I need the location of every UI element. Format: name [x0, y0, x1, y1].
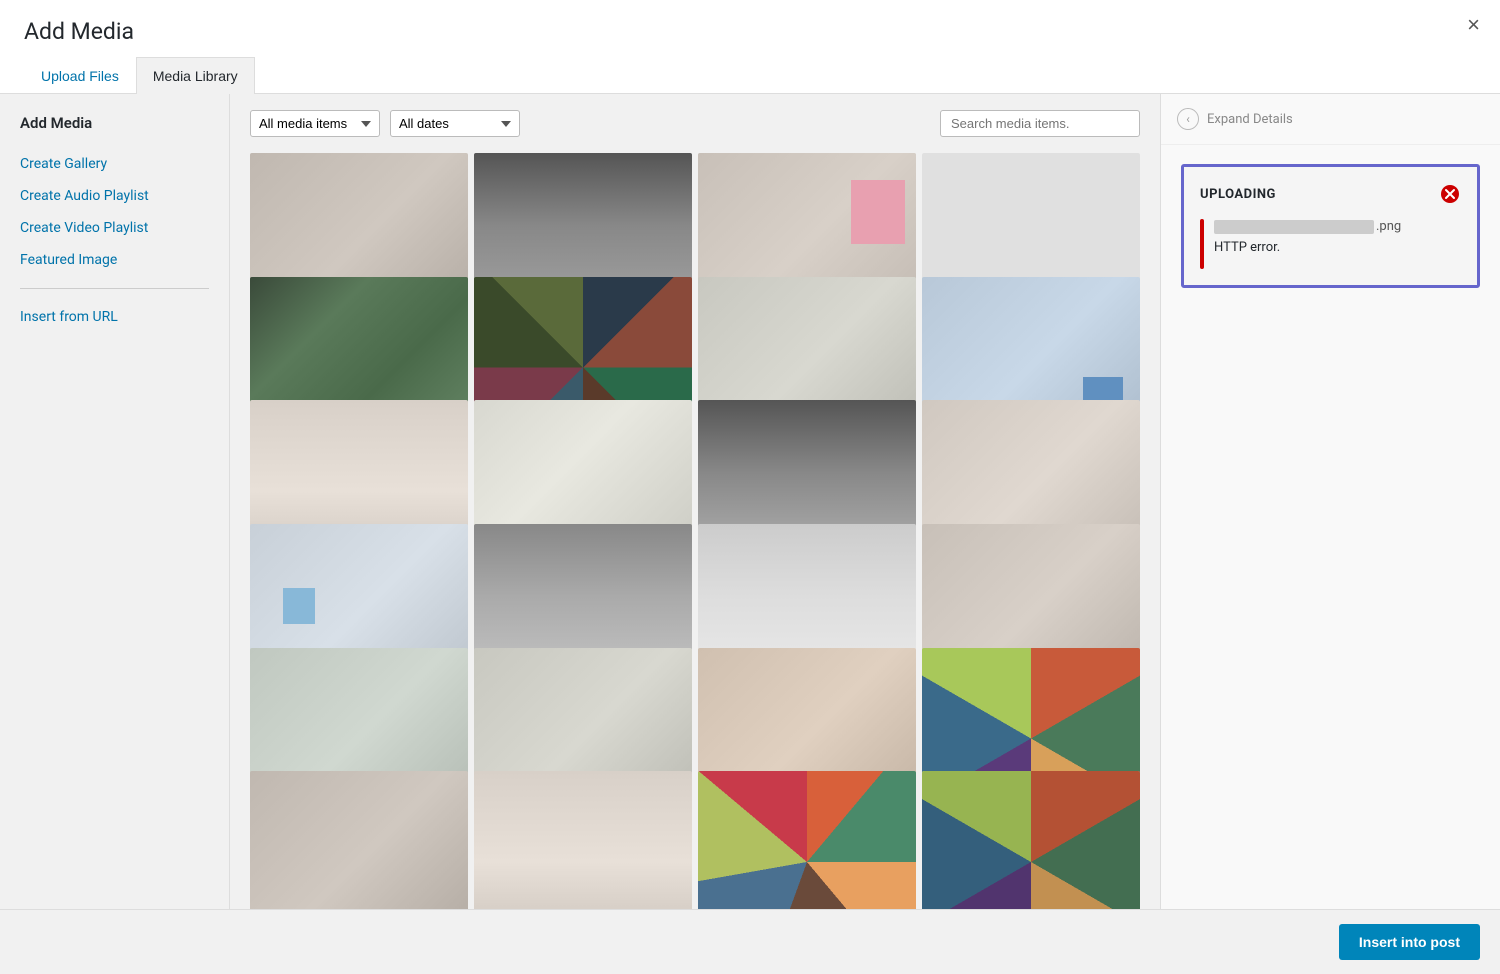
media-item[interactable] [922, 771, 1140, 909]
upload-filename: .png [1214, 219, 1461, 234]
add-media-modal: Add Media Upload Files Media Library × A… [0, 0, 1500, 974]
close-circle-icon [1441, 185, 1459, 203]
sidebar-secondary-nav: Insert from URL [0, 301, 229, 333]
sidebar-item-create-video-playlist[interactable]: Create Video Playlist [0, 212, 229, 244]
upload-item-info: .png HTTP error. [1214, 219, 1461, 255]
expand-icon: ‹ [1177, 108, 1199, 130]
sidebar-item-create-gallery[interactable]: Create Gallery [0, 148, 229, 180]
media-item[interactable] [474, 771, 692, 909]
sidebar-item-create-audio-playlist[interactable]: Create Audio Playlist [0, 180, 229, 212]
upload-close-button[interactable] [1439, 183, 1461, 205]
sidebar-item-insert-from-url[interactable]: Insert from URL [0, 301, 229, 333]
upload-header: UPLOADING [1200, 183, 1461, 205]
upload-panel: UPLOADING .png [1181, 164, 1480, 288]
expand-details-button[interactable]: ‹ Expand Details [1161, 94, 1500, 145]
content-toolbar: All media items Images Audio Video All d… [230, 94, 1160, 153]
modal-header: Add Media Upload Files Media Library × [0, 0, 1500, 94]
insert-into-post-button[interactable]: Insert into post [1339, 924, 1480, 960]
sidebar: Add Media Create Gallery Create Audio Pl… [0, 94, 230, 909]
tab-media-library[interactable]: Media Library [136, 57, 255, 94]
upload-error-indicator [1200, 219, 1204, 269]
filter-media-select[interactable]: All media items Images Audio Video [250, 110, 380, 137]
search-input[interactable] [940, 110, 1140, 137]
media-grid [230, 153, 1160, 909]
filter-date-select[interactable]: All dates 2024 2023 [390, 110, 520, 137]
upload-title: UPLOADING [1200, 187, 1276, 202]
sidebar-title: Add Media [0, 114, 229, 148]
modal-footer: Insert into post [0, 909, 1500, 974]
tabs-container: Upload Files Media Library [24, 57, 255, 93]
modal-body: Add Media Create Gallery Create Audio Pl… [0, 94, 1500, 909]
media-item[interactable] [250, 771, 468, 909]
tab-upload-files[interactable]: Upload Files [24, 57, 136, 94]
media-item[interactable] [698, 771, 916, 909]
modal-close-button[interactable]: × [1467, 14, 1480, 36]
right-panel: ‹ Expand Details UPLOADING [1160, 94, 1500, 909]
content-area: All media items Images Audio Video All d… [230, 94, 1160, 909]
sidebar-divider [20, 288, 209, 289]
upload-filename-ext: .png [1376, 219, 1401, 234]
upload-item: .png HTTP error. [1200, 219, 1461, 269]
upload-error-message: HTTP error. [1214, 240, 1461, 255]
modal-title: Add Media [24, 18, 255, 45]
upload-filename-masked [1214, 220, 1374, 234]
sidebar-nav: Create Gallery Create Audio Playlist Cre… [0, 148, 229, 276]
sidebar-item-featured-image[interactable]: Featured Image [0, 244, 229, 276]
